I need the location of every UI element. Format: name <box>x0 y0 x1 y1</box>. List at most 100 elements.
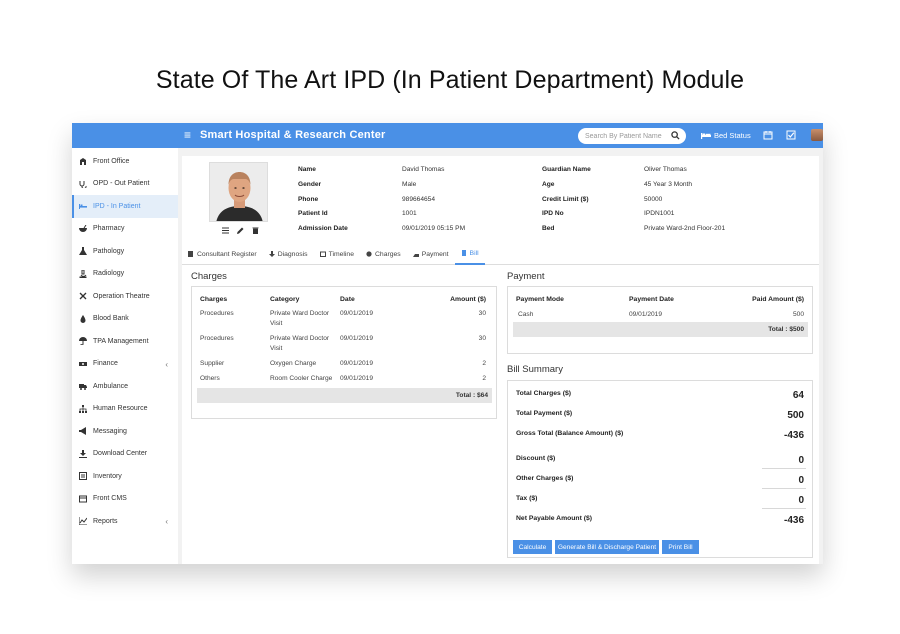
tab-payment[interactable]: Payment <box>407 243 455 265</box>
charges-total: Total : $64 <box>197 388 492 403</box>
total-charges-value: 64 <box>792 390 804 401</box>
bill-icon <box>461 250 466 256</box>
print-bill-button[interactable]: Print Bill <box>662 540 699 554</box>
discount-underline <box>762 468 806 469</box>
bed-status-label: Bed Status <box>714 131 751 140</box>
net-payable-label: Net Payable Amount ($) <box>516 515 593 522</box>
sidebar-item-blood-bank[interactable]: Blood Bank <box>72 308 178 331</box>
tax-input[interactable]: 0 <box>744 495 804 506</box>
info-value-admission-date: 09/01/2019 05:15 PM <box>402 225 466 232</box>
sidebar-item-ambulance[interactable]: Ambulance <box>72 375 178 398</box>
cell-charge: Procedures <box>200 335 234 342</box>
sidebar-item-label: Download Center <box>93 450 148 458</box>
sidebar-item-front-office[interactable]: Front Office <box>72 150 178 173</box>
total-payment-label: Total Payment ($) <box>516 410 573 417</box>
sidebar-item-download-center[interactable]: Download Center <box>72 443 178 466</box>
calendar-icon[interactable] <box>763 130 773 140</box>
tab-label: Diagnosis <box>277 250 308 258</box>
bed-status-button[interactable]: Bed Status <box>701 131 751 140</box>
list-icon[interactable] <box>222 227 229 234</box>
sidebar-item-label: Front CMS <box>93 495 127 503</box>
blood-drop-icon <box>80 314 86 323</box>
sidebar-item-operation-theatre[interactable]: Operation Theatre <box>72 285 178 308</box>
brand-title: Smart Hospital & Research Center <box>200 129 386 141</box>
cell-category-cont: Visit <box>270 345 283 352</box>
tab-bill[interactable]: Bill <box>454 243 485 265</box>
info-label-phone: Phone <box>298 196 319 203</box>
payment-total: Total : $500 <box>513 322 808 337</box>
cell-amount: 2 <box>482 360 486 367</box>
sidebar-item-ipd[interactable]: IPD - In Patient <box>72 195 178 218</box>
patient-search[interactable] <box>578 128 686 144</box>
user-avatar[interactable] <box>811 129 823 141</box>
cell-date: 09/01/2019 <box>340 335 374 342</box>
other-charges-underline <box>762 488 806 489</box>
tab-charges[interactable]: Charges <box>360 243 407 265</box>
charges-panel: Charges Category Date Amount ($) Procedu… <box>191 286 497 419</box>
tab-consultant-register[interactable]: Consultant Register <box>182 243 263 265</box>
search-input[interactable] <box>585 132 665 140</box>
edit-pencil-icon[interactable] <box>237 227 244 234</box>
calculate-button[interactable]: Calculate <box>513 540 552 554</box>
money-icon <box>79 361 87 366</box>
info-value-name: David Thomas <box>402 166 445 173</box>
info-value-bed: Private Ward-2nd Floor-201 <box>644 225 726 232</box>
inventory-icon <box>79 472 87 481</box>
sidebar-item-pathology[interactable]: Pathology <box>72 240 178 263</box>
info-value-age: 45 Year 3 Month <box>644 181 693 188</box>
generate-bill-discharge-button[interactable]: Generate Bill & Discharge Patient <box>555 540 659 554</box>
payment-header-mode: Payment Mode <box>516 296 564 303</box>
sidebar-item-label: IPD - In Patient <box>93 202 141 210</box>
info-label-guardian: Guardian Name <box>542 166 591 173</box>
flask-icon <box>79 247 87 256</box>
calendar-icon <box>319 251 326 257</box>
sidebar-item-pharmacy[interactable]: Pharmacy <box>72 218 178 241</box>
net-payable-value: -436 <box>783 515 804 526</box>
tab-timeline[interactable]: Timeline <box>314 243 360 265</box>
top-navbar: ≡ Smart Hospital & Research Center Bed S… <box>72 123 823 148</box>
stethoscope-icon <box>79 180 87 188</box>
cell-date: 09/01/2019 <box>629 311 663 318</box>
info-value-ipd-no: IPDN1001 <box>644 210 675 217</box>
delete-trash-icon[interactable] <box>252 227 259 234</box>
cell-category: Room Cooler Charge <box>270 375 333 382</box>
other-charges-input[interactable]: 0 <box>744 475 804 486</box>
bed-icon <box>79 204 87 210</box>
charges-header-charges: Charges <box>200 296 228 303</box>
cms-icon <box>79 495 87 503</box>
cell-category-cont: Visit <box>270 320 283 327</box>
cell-amount: 30 <box>478 310 486 317</box>
task-check-icon[interactable] <box>786 130 796 140</box>
cell-charge: Procedures <box>200 310 234 317</box>
bed-icon <box>701 133 711 139</box>
info-label-gender: Gender <box>298 181 322 188</box>
charges-header-category: Category <box>270 296 300 303</box>
sidebar-item-opd[interactable]: OPD - Out Patient <box>72 173 178 196</box>
app-window: ≡ Smart Hospital & Research Center Bed S… <box>72 123 823 564</box>
discount-label: Discount ($) <box>516 455 556 462</box>
payment-title: Payment <box>507 271 545 282</box>
sidebar-item-tpa[interactable]: TPA Management <box>72 330 178 353</box>
sidebar-item-finance[interactable]: Finance ‹ <box>72 353 178 376</box>
sidebar-item-messaging[interactable]: Messaging <box>72 420 178 443</box>
tab-diagnosis[interactable]: Diagnosis <box>263 243 314 265</box>
sidebar: Front Office OPD - Out Patient IPD - In … <box>72 148 178 564</box>
sidebar-item-radiology[interactable]: Radiology <box>72 263 178 286</box>
front-office-icon <box>80 158 86 166</box>
sidebar-item-reports[interactable]: Reports ‹ <box>72 510 178 533</box>
sidebar-item-label: Messaging <box>93 427 127 435</box>
cell-date: 09/01/2019 <box>340 360 374 367</box>
ambulance-icon <box>79 384 87 391</box>
search-icon[interactable] <box>671 131 680 140</box>
sidebar-item-inventory[interactable]: Inventory <box>72 465 178 488</box>
sidebar-item-front-cms[interactable]: Front CMS <box>72 488 178 511</box>
cell-category: Oxygen Charge <box>270 360 317 367</box>
chart-icon <box>79 517 87 526</box>
patient-tabs: Consultant Register Diagnosis Timeline C… <box>182 243 819 265</box>
info-value-credit-limit: 50000 <box>644 196 663 203</box>
patient-portrait-image <box>210 163 267 221</box>
sidebar-item-human-resource[interactable]: Human Resource <box>72 398 178 421</box>
menu-toggle-icon[interactable]: ≡ <box>184 129 191 141</box>
discount-input[interactable]: 0 <box>744 455 804 466</box>
tab-label: Bill <box>469 249 479 257</box>
